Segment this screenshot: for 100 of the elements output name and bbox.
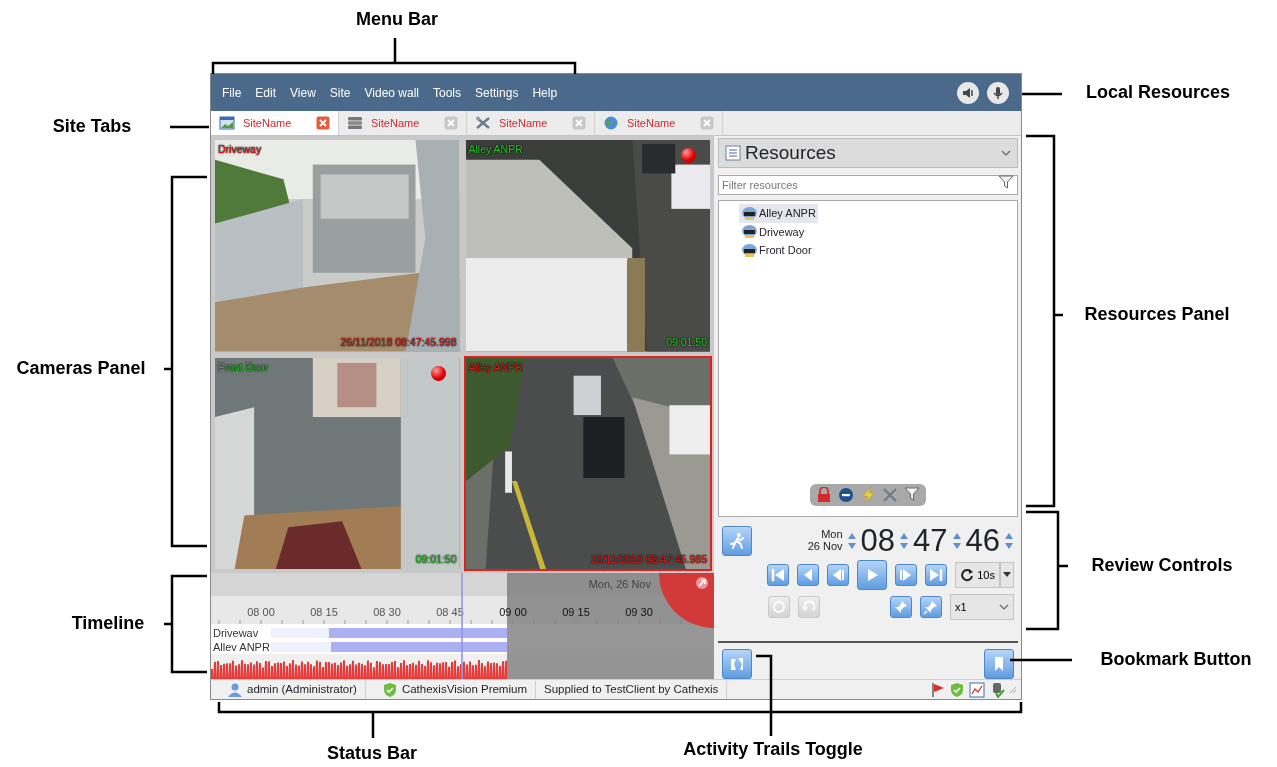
- motion-search-button[interactable]: [722, 525, 752, 556]
- menu-item[interactable]: Help: [525, 83, 565, 102]
- shield-icon: [381, 681, 398, 698]
- leader-line: [1022, 92, 1062, 96]
- tick-label: 09 30: [625, 606, 653, 618]
- lock-icon[interactable]: [816, 487, 832, 504]
- camera-timestamp: 09:01:50: [666, 334, 707, 350]
- speaker-icon: [961, 85, 975, 100]
- track-label: Allev ANPR: [213, 641, 270, 653]
- supplier-label: Supplied to TestClient by Cathexis: [544, 681, 719, 697]
- globe-icon: [603, 116, 619, 130]
- menu-item[interactable]: Tools: [426, 83, 468, 102]
- camera-icon: [741, 224, 758, 240]
- callout-label: Menu Bar: [356, 10, 438, 30]
- last-button[interactable]: [925, 564, 948, 587]
- site-tab[interactable]: SiteName: [211, 111, 339, 135]
- speaker-button[interactable]: [957, 81, 979, 104]
- callout-label: Bookmark Button: [1100, 650, 1252, 670]
- timeline[interactable]: Drivewav Allev ANPR 08 00 08 15 08 30 08 45 09 00 09 15 09 30 Mon, 26 Nov: [211, 573, 714, 679]
- tick-label: 08 45: [436, 606, 464, 618]
- chevron-icon: [1001, 149, 1011, 157]
- camera-icon: [741, 205, 758, 221]
- down-arrow-button[interactable]: [951, 541, 962, 550]
- minutes-value: 47: [913, 525, 948, 557]
- pin-button[interactable]: [920, 596, 942, 619]
- step-interval-button[interactable]: 10s: [955, 562, 1000, 589]
- dropdown-button[interactable]: [1000, 562, 1014, 589]
- picture-icon: [219, 116, 235, 130]
- chart-icon[interactable]: [969, 681, 985, 698]
- caret-icon: [1003, 572, 1011, 579]
- menu-item[interactable]: Edit: [248, 83, 284, 102]
- tick-label: 09 00: [499, 606, 527, 618]
- camera-icon: [741, 242, 758, 258]
- pin-icon: [923, 599, 939, 616]
- first-button[interactable]: [767, 564, 790, 587]
- bookmark-button[interactable]: [984, 649, 1014, 679]
- circle-icon: [771, 599, 787, 616]
- track-label: Drivewav: [213, 627, 259, 639]
- skip-end-icon: [928, 567, 945, 584]
- step-forward-button[interactable]: [895, 564, 918, 587]
- corner-marker: [659, 573, 714, 628]
- timeline-date: Mon, 26 Nov: [588, 578, 651, 590]
- up-arrow-button[interactable]: [846, 531, 857, 540]
- menu-item[interactable]: Video wall: [357, 83, 426, 102]
- step-back-button[interactable]: [827, 564, 850, 587]
- down-arrow-button[interactable]: [846, 541, 857, 550]
- callout-label: Timeline: [71, 614, 145, 634]
- down-arrow-button[interactable]: [1004, 541, 1014, 550]
- camera-tile[interactable]: Alley ANPR 09:01:50: [463, 138, 712, 354]
- microphone-icon: [991, 85, 1005, 100]
- shield-icon[interactable]: [949, 681, 965, 698]
- user-label: admin (Administrator): [247, 681, 357, 697]
- chevron-icon: [999, 603, 1009, 612]
- previous-button[interactable]: [797, 564, 820, 587]
- resource-item[interactable]: Front Door: [739, 241, 814, 260]
- filter-icon[interactable]: [904, 487, 920, 502]
- camera-timestamp: 09:01:50: [415, 552, 457, 568]
- tick-label: 08 15: [310, 606, 338, 618]
- leader-line: [1010, 658, 1072, 662]
- up-arrow-button[interactable]: [899, 531, 910, 540]
- up-arrow-button[interactable]: [951, 531, 962, 540]
- camera-name: Alley ANPR: [468, 359, 523, 375]
- server-icon: [347, 116, 363, 130]
- filter-icon[interactable]: [998, 175, 1014, 189]
- expand-icon[interactable]: [696, 577, 708, 589]
- list-icon: [725, 145, 741, 161]
- callout-label: Review Controls: [1091, 556, 1233, 576]
- resources-dropdown[interactable]: Resources: [718, 138, 1018, 168]
- camera-name: Front Door: [218, 359, 269, 375]
- tick-label: 08 30: [373, 606, 401, 618]
- user-icon: [227, 681, 243, 698]
- flag-icon[interactable]: [931, 681, 945, 698]
- up-arrow-button[interactable]: [1004, 531, 1014, 540]
- camera-name: Alley ANPR: [468, 142, 523, 157]
- callout-label: Resources Panel: [1084, 305, 1230, 325]
- down-arrow-button[interactable]: [899, 541, 910, 550]
- resource-item[interactable]: Alley ANPR: [739, 204, 818, 223]
- refresh-icon: [960, 568, 975, 583]
- license-label: CathexisVision Premium: [401, 681, 527, 697]
- filter-field[interactable]: Filter resources: [718, 175, 1018, 195]
- resource-item[interactable]: Driveway: [739, 222, 807, 241]
- speed-dropdown[interactable]: x1: [950, 594, 1014, 621]
- activity-trails-button[interactable]: [722, 649, 752, 679]
- callout-label: Cameras Panel: [16, 359, 146, 379]
- minus-circle-icon[interactable]: [838, 487, 854, 504]
- callout-label: Activity Trails Toggle: [683, 740, 863, 760]
- resize-grip[interactable]: [1009, 685, 1017, 694]
- skip-start-icon: [770, 567, 787, 584]
- unpin-button[interactable]: [890, 596, 912, 619]
- play-button[interactable]: [857, 560, 888, 591]
- close-icon[interactable]: [316, 116, 330, 130]
- microphone-button[interactable]: [987, 81, 1009, 104]
- menu-item[interactable]: Settings: [468, 83, 526, 102]
- menu-item[interactable]: File: [215, 83, 249, 102]
- day-label: Mon: [820, 529, 843, 541]
- callout-label: Status Bar: [327, 744, 417, 764]
- menu-item[interactable]: View: [283, 83, 323, 102]
- camera-tile[interactable]: Driveway 26/11/2018 08:47:45.998: [213, 138, 462, 354]
- menu-item[interactable]: Site: [322, 83, 358, 102]
- camera-name: Driveway: [218, 142, 262, 157]
